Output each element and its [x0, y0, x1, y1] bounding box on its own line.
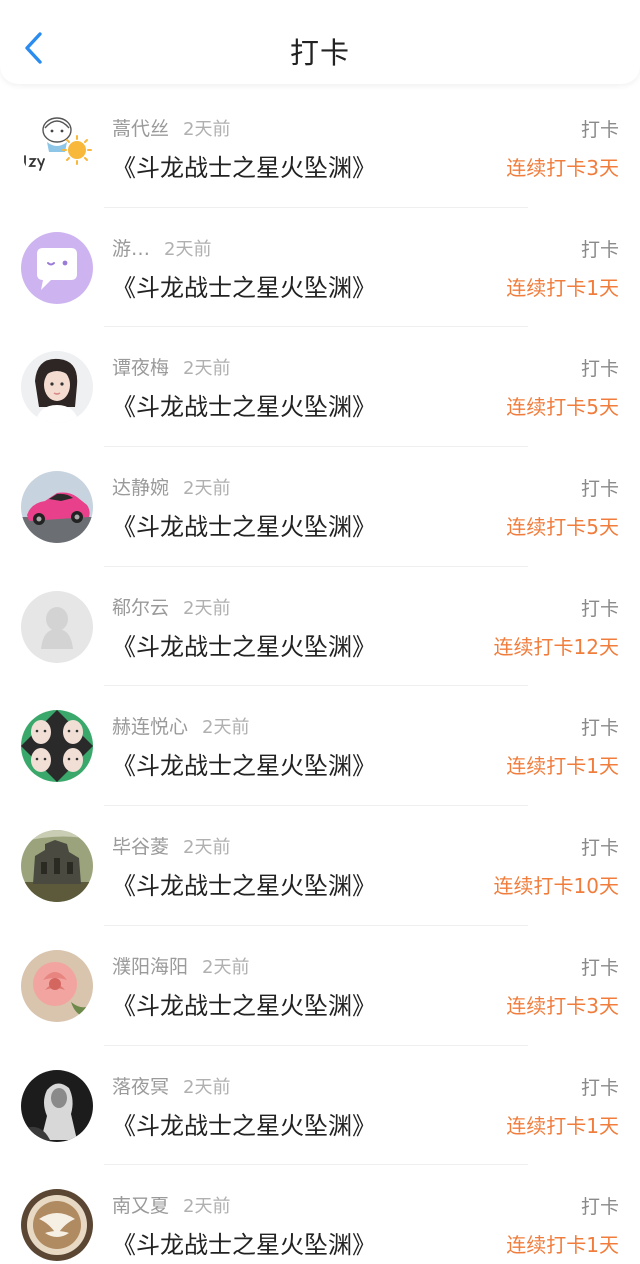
streak-text: 连续打卡1天	[506, 1233, 619, 1258]
book-title[interactable]: 《斗龙战士之星火坠渊》	[112, 746, 376, 781]
user-name[interactable]: 濮阳海阳	[112, 956, 188, 978]
checkin-label: 打卡	[580, 717, 619, 740]
user-name[interactable]: 南又夏	[112, 1195, 169, 1217]
streak-text: 连续打卡12天	[493, 634, 619, 659]
checkin-label: 打卡	[580, 1196, 619, 1219]
checkin-time: 2天前	[183, 837, 231, 859]
avatar[interactable]	[21, 471, 93, 544]
avatar-lzy-sun-icon	[21, 112, 93, 184]
checkin-time: 2天前	[164, 238, 212, 260]
user-name[interactable]: 游…	[112, 238, 150, 260]
avatar[interactable]	[21, 590, 93, 663]
checkin-label: 打卡	[580, 597, 619, 620]
checkin-row[interactable]: 蒿代丝 2天前 《斗龙战士之星火坠渊》 打卡 连续打卡3天	[0, 88, 640, 208]
streak-text: 连续打卡5天	[506, 515, 619, 540]
checkin-time: 2天前	[183, 1076, 231, 1098]
user-name[interactable]: 蒿代丝	[112, 118, 169, 140]
streak-text: 连续打卡3天	[506, 156, 619, 180]
book-title[interactable]: 《斗龙战士之星火坠渊》	[112, 148, 376, 183]
avatar-purple-chat-icon	[21, 231, 93, 304]
checkin-label: 打卡	[580, 1076, 619, 1099]
checkin-row[interactable]: 谭夜梅 2天前 《斗龙战士之星火坠渊》 打卡 连续打卡5天	[0, 327, 640, 448]
book-title[interactable]: 《斗龙战士之星火坠渊》	[112, 387, 376, 422]
page-title: 打卡	[289, 36, 350, 70]
checkin-row[interactable]: 郗尔云 2天前 《斗龙战士之星火坠渊》 打卡 连续打卡12天	[0, 567, 640, 687]
avatar[interactable]	[21, 1069, 93, 1142]
avatar-pink-car-photo	[21, 471, 93, 544]
user-name[interactable]: 落夜冥	[112, 1076, 169, 1098]
checkin-time: 2天前	[202, 717, 250, 739]
avatar[interactable]	[21, 710, 93, 783]
book-title[interactable]: 《斗龙战士之星火坠渊》	[112, 866, 376, 901]
checkin-time: 2天前	[202, 956, 250, 978]
checkin-row[interactable]: 毕谷菱 2天前 《斗龙战士之星火坠渊》 打卡 连续打卡10天	[0, 806, 640, 926]
book-title[interactable]: 《斗龙战士之星火坠渊》	[112, 268, 376, 303]
checkin-list: 蒿代丝 2天前 《斗龙战士之星火坠渊》 打卡 连续打卡3天 游… 2天前 《斗龙战士…	[0, 88, 640, 1264]
streak-text: 连续打卡1天	[506, 1113, 619, 1138]
checkin-row[interactable]: 南又夏 2天前 《斗龙战士之星火坠渊》 打卡 连续打卡1天	[0, 1165, 640, 1264]
user-name[interactable]: 毕谷菱	[112, 836, 169, 858]
avatar[interactable]	[21, 949, 93, 1022]
avatar-green-faces-photo	[21, 710, 93, 783]
avatar[interactable]	[21, 231, 93, 304]
top-bar: 打卡	[0, 0, 640, 84]
book-title[interactable]: 《斗龙战士之星火坠渊》	[112, 627, 376, 662]
user-name[interactable]: 郗尔云	[112, 597, 169, 619]
checkin-label: 打卡	[580, 837, 619, 860]
checkin-row[interactable]: 达静婉 2天前 《斗龙战士之星火坠渊》 打卡 连续打卡5天	[0, 447, 640, 567]
checkin-time: 2天前	[183, 597, 231, 619]
user-name[interactable]: 赫连悦心	[112, 716, 188, 738]
checkin-label: 打卡	[580, 358, 619, 381]
checkin-time: 2天前	[183, 119, 231, 140]
checkin-time: 2天前	[183, 478, 231, 500]
avatar-rose-photo	[21, 949, 93, 1022]
avatar[interactable]	[21, 830, 93, 903]
streak-text: 连续打卡1天	[506, 275, 619, 300]
book-title[interactable]: 《斗龙战士之星火坠渊》	[112, 1225, 376, 1260]
avatar[interactable]	[21, 1189, 93, 1262]
checkin-row[interactable]: 落夜冥 2天前 《斗龙战士之星火坠渊》 打卡 连续打卡1天	[0, 1046, 640, 1166]
checkin-label: 打卡	[580, 238, 619, 261]
avatar-girl-photo	[21, 351, 93, 424]
avatar-dark-figure-photo	[21, 1069, 93, 1142]
avatar-ruins-photo	[21, 830, 93, 903]
avatar-default-penguin-icon	[21, 590, 93, 663]
streak-text: 连续打卡10天	[493, 874, 619, 899]
avatar-latte-art-photo	[21, 1189, 93, 1262]
user-name[interactable]: 谭夜梅	[112, 357, 169, 379]
checkin-row[interactable]: 游… 2天前 《斗龙战士之星火坠渊》 打卡 连续打卡1天	[0, 208, 640, 328]
checkin-row[interactable]: 濮阳海阳 2天前 《斗龙战士之星火坠渊》 打卡 连续打卡3天	[0, 926, 640, 1046]
book-title[interactable]: 《斗龙战士之星火坠渊》	[112, 507, 376, 542]
streak-text: 连续打卡5天	[506, 395, 619, 420]
checkin-time: 2天前	[183, 1196, 231, 1218]
streak-text: 连续打卡3天	[506, 993, 619, 1018]
avatar[interactable]	[21, 112, 93, 184]
book-title[interactable]: 《斗龙战士之星火坠渊》	[112, 986, 376, 1021]
checkin-label: 打卡	[580, 956, 619, 979]
checkin-time: 2天前	[183, 358, 231, 380]
streak-text: 连续打卡1天	[506, 754, 619, 779]
user-name[interactable]: 达静婉	[112, 477, 169, 499]
checkin-row[interactable]: 赫连悦心 2天前 《斗龙战士之星火坠渊》 打卡 连续打卡1天	[0, 686, 640, 807]
checkin-label: 打卡	[580, 478, 619, 501]
book-title[interactable]: 《斗龙战士之星火坠渊》	[112, 1106, 376, 1141]
avatar[interactable]	[21, 351, 93, 424]
checkin-label: 打卡	[580, 119, 619, 141]
